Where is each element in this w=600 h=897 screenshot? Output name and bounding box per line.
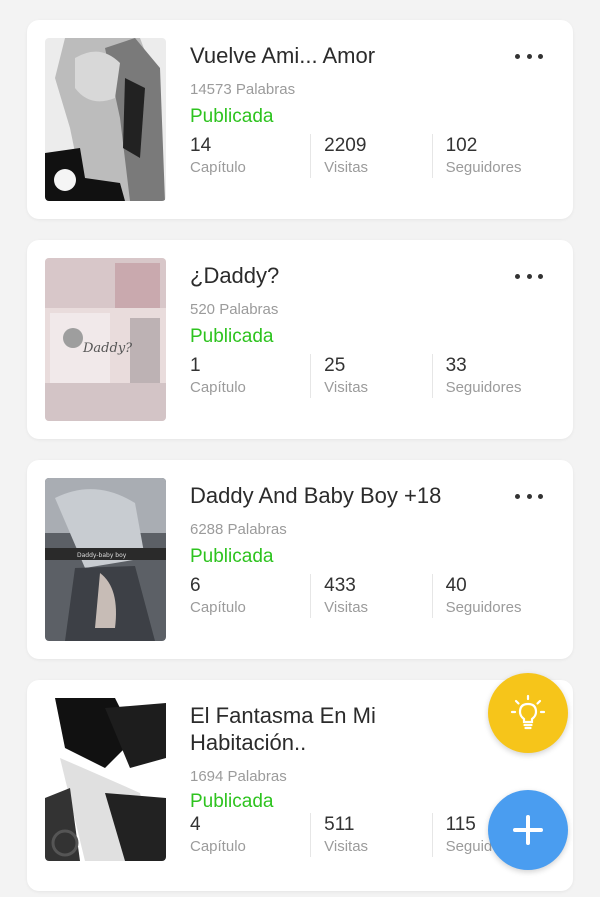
stat-label: Capítulo bbox=[190, 379, 246, 396]
stat-value: 25 bbox=[324, 355, 346, 376]
add-story-button[interactable] bbox=[488, 790, 568, 870]
stat-chapters: 4 Capítulo bbox=[190, 813, 310, 857]
stat-value: 102 bbox=[445, 135, 478, 156]
stat-label: Capítulo bbox=[190, 838, 246, 855]
svg-text:Daddy-baby boy: Daddy-baby boy bbox=[77, 552, 127, 559]
svg-text:Daddy?: Daddy? bbox=[82, 341, 133, 356]
story-info: Vuelve Ami... Amor 14573 Palabras Public… bbox=[190, 42, 553, 178]
stat-label: Visitas bbox=[324, 838, 369, 855]
stat-label: Visitas bbox=[324, 159, 369, 176]
stat-views: 2209 Visitas bbox=[310, 134, 431, 178]
more-options-icon[interactable] bbox=[515, 50, 543, 62]
stat-value: 511 bbox=[324, 814, 355, 835]
story-stats: 6 Capítulo 433 Visitas 40 Seguidores bbox=[190, 574, 553, 618]
story-cover-image[interactable]: Daddy? bbox=[45, 258, 166, 421]
stat-label: Seguidores bbox=[445, 599, 522, 616]
stat-followers: 33 Seguidores bbox=[431, 354, 553, 398]
stat-label: Seguidores bbox=[445, 159, 522, 176]
story-title[interactable]: Vuelve Ami... Amor bbox=[190, 42, 553, 69]
story-title[interactable]: Daddy And Baby Boy +18 bbox=[190, 482, 553, 509]
more-options-icon[interactable] bbox=[515, 490, 543, 502]
stat-value: 433 bbox=[324, 575, 356, 596]
story-stats: 14 Capítulo 2209 Visitas 102 Seguidores bbox=[190, 134, 553, 178]
story-card[interactable]: Daddy? ¿Daddy? 520 Palabras Publicada 1 … bbox=[27, 240, 573, 439]
stat-views: 511 Visitas bbox=[310, 813, 431, 857]
stat-value: 33 bbox=[445, 355, 467, 376]
stat-label: Capítulo bbox=[190, 599, 246, 616]
stat-value: 2209 bbox=[324, 135, 367, 156]
story-stats: 1 Capítulo 25 Visitas 33 Seguidores bbox=[190, 354, 553, 398]
stat-value: 1 bbox=[190, 355, 201, 376]
story-info: Daddy And Baby Boy +18 6288 Palabras Pub… bbox=[190, 482, 553, 618]
story-card[interactable]: Daddy-baby boy Daddy And Baby Boy +18 62… bbox=[27, 460, 573, 659]
stat-value: 14 bbox=[190, 135, 212, 156]
status-label: Publicada bbox=[190, 326, 274, 347]
stat-label: Capítulo bbox=[190, 159, 246, 176]
stat-label: Visitas bbox=[324, 379, 369, 396]
story-info: ¿Daddy? 520 Palabras Publicada 1 Capítul… bbox=[190, 262, 553, 398]
stat-followers: 102 Seguidores bbox=[431, 134, 553, 178]
stat-chapters: 14 Capítulo bbox=[190, 134, 310, 178]
story-card[interactable]: Vuelve Ami... Amor 14573 Palabras Public… bbox=[27, 20, 573, 219]
word-count: 6288 Palabras bbox=[190, 521, 287, 538]
story-cover-image[interactable]: Daddy-baby boy bbox=[45, 478, 166, 641]
stat-label: Seguidores bbox=[445, 379, 522, 396]
story-title[interactable]: ¿Daddy? bbox=[190, 262, 553, 289]
plus-icon bbox=[513, 815, 543, 845]
stat-followers: 40 Seguidores bbox=[431, 574, 553, 618]
stat-value: 6 bbox=[190, 575, 201, 596]
word-count: 14573 Palabras bbox=[190, 81, 296, 98]
idea-button[interactable] bbox=[488, 673, 568, 753]
story-cover-image[interactable] bbox=[45, 38, 166, 201]
stat-views: 433 Visitas bbox=[310, 574, 431, 618]
lightbulb-icon bbox=[510, 694, 546, 730]
stat-label: Visitas bbox=[324, 599, 369, 616]
stat-chapters: 6 Capítulo bbox=[190, 574, 310, 618]
stat-chapters: 1 Capítulo bbox=[190, 354, 310, 398]
more-options-icon[interactable] bbox=[515, 270, 543, 282]
story-cover-image[interactable] bbox=[45, 698, 166, 861]
stat-value: 40 bbox=[445, 575, 467, 596]
stat-views: 25 Visitas bbox=[310, 354, 431, 398]
stat-value: 4 bbox=[190, 814, 201, 835]
word-count: 1694 Palabras bbox=[190, 768, 287, 785]
word-count: 520 Palabras bbox=[190, 301, 279, 318]
status-label: Publicada bbox=[190, 546, 274, 567]
status-label: Publicada bbox=[190, 106, 274, 127]
